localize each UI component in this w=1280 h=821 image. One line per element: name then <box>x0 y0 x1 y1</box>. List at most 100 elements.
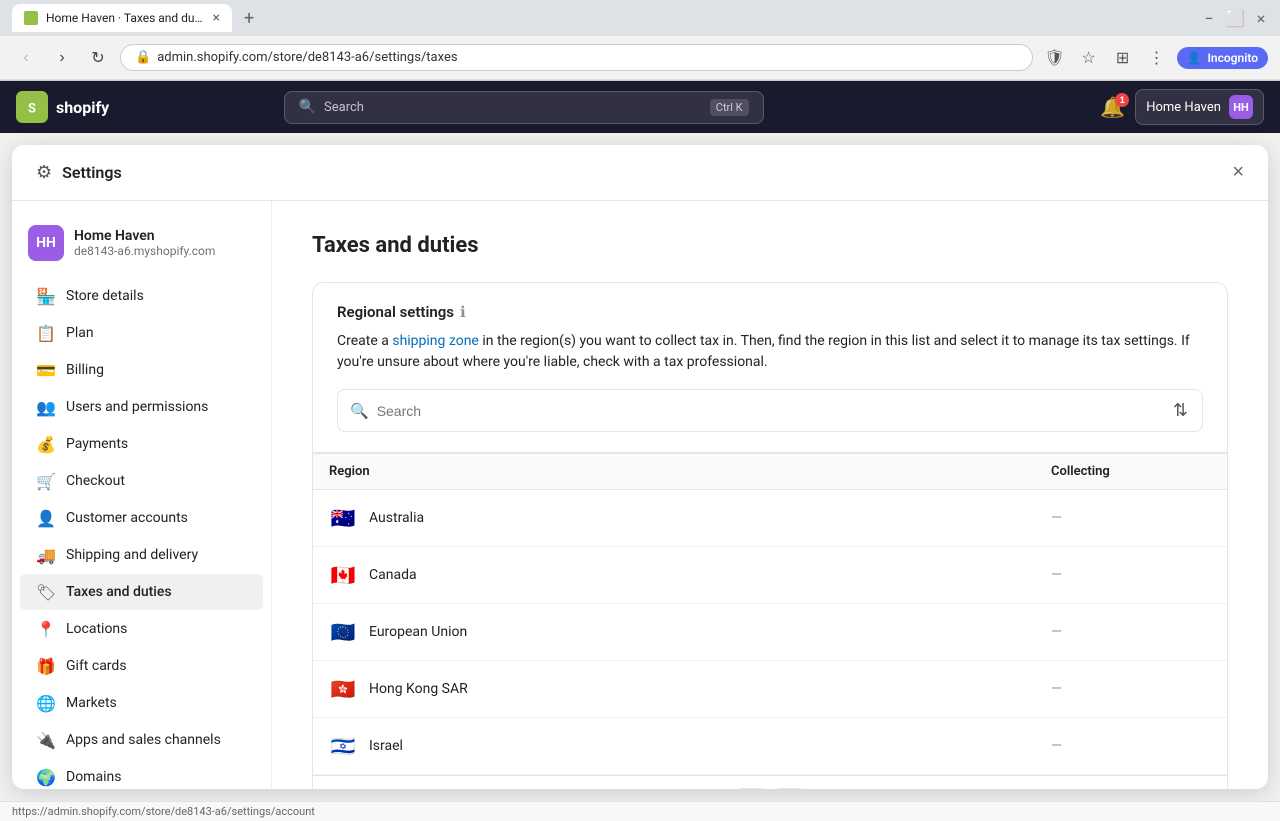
new-tab-button[interactable]: + <box>244 8 254 29</box>
pagination-prev-button[interactable]: ‹ <box>736 788 766 789</box>
sidebar-item-shipping-and-delivery[interactable]: 🚚 Shipping and delivery <box>20 537 263 573</box>
locations-icon: 📍 <box>36 619 56 639</box>
sidebar-item-plan[interactable]: 📋 Plan <box>20 315 263 351</box>
notification-badge: 1 <box>1115 93 1129 107</box>
sidebar-item-customer-accounts[interactable]: 👤 Customer accounts <box>20 500 263 536</box>
back-button[interactable]: ‹ <box>12 44 40 72</box>
sidebar-item-store-details[interactable]: 🏪 Store details <box>20 278 263 314</box>
sidebar-item-label: Customer accounts <box>66 510 247 526</box>
taxes-icon: 🏷 <box>36 582 56 602</box>
shield-icon[interactable]: 🛡 <box>1041 44 1069 72</box>
hk-collecting: — <box>1051 681 1211 697</box>
sidebar-item-apps-and-sales-channels[interactable]: 🔌 Apps and sales channels <box>20 722 263 758</box>
shipping-zone-link[interactable]: shipping zone <box>392 333 479 349</box>
eu-collecting: — <box>1051 624 1211 640</box>
sidebar-item-label: Users and permissions <box>66 399 247 415</box>
israel-collecting: — <box>1051 738 1211 754</box>
page-title: Taxes and duties <box>312 233 1228 258</box>
window-controls: − ⬜ × <box>1202 11 1268 25</box>
sort-button[interactable]: ⇅ <box>1171 398 1190 423</box>
domains-icon: 🌍 <box>36 767 56 787</box>
payments-icon: 💰 <box>36 434 56 454</box>
settings-sidebar: HH Home Haven de8143-a6.myshopify.com 🏪 … <box>12 201 272 789</box>
checkout-icon: 🛒 <box>36 471 56 491</box>
forward-button[interactable]: › <box>48 44 76 72</box>
canada-flag: 🇨🇦 <box>329 561 357 589</box>
sidebar-item-label: Domains <box>66 769 247 785</box>
col-region-header: Region <box>329 464 1051 479</box>
svg-text:S: S <box>28 102 36 117</box>
sidebar-item-gift-cards[interactable]: 🎁 Gift cards <box>20 648 263 684</box>
shopify-search-bar[interactable]: 🔍 Search Ctrl K <box>284 91 764 124</box>
sidebar-item-domains[interactable]: 🌍 Domains <box>20 759 263 789</box>
ssl-icon: 🔒 <box>135 50 151 65</box>
sidebar-nav: 🏪 Store details 📋 Plan 💳 Billing 👥 Users… <box>12 278 271 789</box>
sidebar-item-locations[interactable]: 📍 Locations <box>20 611 263 647</box>
toolbar-icons: 🛡 ☆ ⊞ ⋮ 👤 Incognito <box>1041 44 1268 72</box>
store-selector-button[interactable]: Home Haven HH <box>1135 89 1264 125</box>
sidebar-item-checkout[interactable]: 🛒 Checkout <box>20 463 263 499</box>
israel-name: Israel <box>369 738 1051 754</box>
store-details-icon: 🏪 <box>36 286 56 306</box>
sidebar-item-payments[interactable]: 💰 Payments <box>20 426 263 462</box>
canada-name: Canada <box>369 567 1051 583</box>
bookmark-icon[interactable]: ☆ <box>1075 44 1103 72</box>
extensions-icon[interactable]: ⊞ <box>1109 44 1137 72</box>
close-window-button[interactable]: × <box>1254 11 1268 25</box>
region-row-hong-kong-sar[interactable]: 🇭🇰 Hong Kong SAR — <box>313 661 1227 718</box>
browser-profile[interactable]: 👤 Incognito <box>1177 47 1268 69</box>
info-icon[interactable]: ℹ <box>460 303 466 321</box>
sidebar-item-billing[interactable]: 💳 Billing <box>20 352 263 388</box>
browser-menu-icon[interactable]: ⋮ <box>1143 44 1171 72</box>
sidebar-item-label: Store details <box>66 288 247 304</box>
table-pagination: ‹ › <box>313 775 1227 789</box>
australia-name: Australia <box>369 510 1051 526</box>
settings-body: HH Home Haven de8143-a6.myshopify.com 🏪 … <box>12 201 1268 789</box>
header-right-actions: 🔔 1 Home Haven HH <box>1100 89 1264 125</box>
sidebar-item-markets[interactable]: 🌐 Markets <box>20 685 263 721</box>
browser-tab[interactable]: Home Haven · Taxes and dutie… × <box>12 4 232 32</box>
gift-cards-icon: 🎁 <box>36 656 56 676</box>
apps-icon: 🔌 <box>36 730 56 750</box>
sidebar-item-label: Billing <box>66 362 247 378</box>
maximize-button[interactable]: ⬜ <box>1228 11 1242 25</box>
sidebar-item-label: Locations <box>66 621 247 637</box>
sidebar-item-users-and-permissions[interactable]: 👥 Users and permissions <box>20 389 263 425</box>
regional-settings-card: Regional settings ℹ Create a shipping zo… <box>312 282 1228 789</box>
refresh-button[interactable]: ↻ <box>84 44 112 72</box>
settings-modal-header: ⚙ Settings × <box>12 145 1268 201</box>
minimize-button[interactable]: − <box>1202 11 1216 25</box>
australia-flag: 🇦🇺 <box>329 504 357 532</box>
eu-name: European Union <box>369 624 1051 640</box>
store-info: Home Haven de8143-a6.myshopify.com <box>74 228 215 258</box>
region-row-australia[interactable]: 🇦🇺 Australia — <box>313 490 1227 547</box>
store-name-label: Home Haven <box>1146 100 1221 115</box>
browser-titlebar: Home Haven · Taxes and dutie… × + − ⬜ × <box>0 0 1280 36</box>
sidebar-item-label: Shipping and delivery <box>66 547 247 563</box>
notifications-button[interactable]: 🔔 1 <box>1100 95 1125 120</box>
region-table-header: Region Collecting <box>313 453 1227 490</box>
shopify-logo-text: shopify <box>56 98 109 117</box>
region-row-israel[interactable]: 🇮🇱 Israel — <box>313 718 1227 775</box>
region-search-bar: 🔍 ⇅ <box>337 389 1203 432</box>
tab-favicon <box>24 11 38 25</box>
address-text: admin.shopify.com/store/de8143-a6/settin… <box>157 50 1017 65</box>
settings-close-button[interactable]: × <box>1232 161 1244 184</box>
hk-name: Hong Kong SAR <box>369 681 1051 697</box>
regional-settings-description: Create a shipping zone in the region(s) … <box>337 331 1203 373</box>
billing-icon: 💳 <box>36 360 56 380</box>
search-shortcut-badge: Ctrl K <box>710 99 749 116</box>
sidebar-item-label: Taxes and duties <box>66 584 247 600</box>
eu-flag: 🇪🇺 <box>329 618 357 646</box>
shipping-icon: 🚚 <box>36 545 56 565</box>
address-bar[interactable]: 🔒 admin.shopify.com/store/de8143-a6/sett… <box>120 44 1033 71</box>
region-row-canada[interactable]: 🇨🇦 Canada — <box>313 547 1227 604</box>
shopify-logo[interactable]: S shopify <box>16 91 109 123</box>
profile-label: Incognito <box>1207 51 1258 65</box>
store-avatar: HH <box>1229 95 1253 119</box>
pagination-next-button[interactable]: › <box>774 788 804 789</box>
tab-close-button[interactable]: × <box>213 10 220 26</box>
sidebar-item-taxes-and-duties[interactable]: 🏷 Taxes and duties <box>20 574 263 610</box>
region-row-european-union[interactable]: 🇪🇺 European Union — <box>313 604 1227 661</box>
region-search-input[interactable] <box>377 403 1163 419</box>
